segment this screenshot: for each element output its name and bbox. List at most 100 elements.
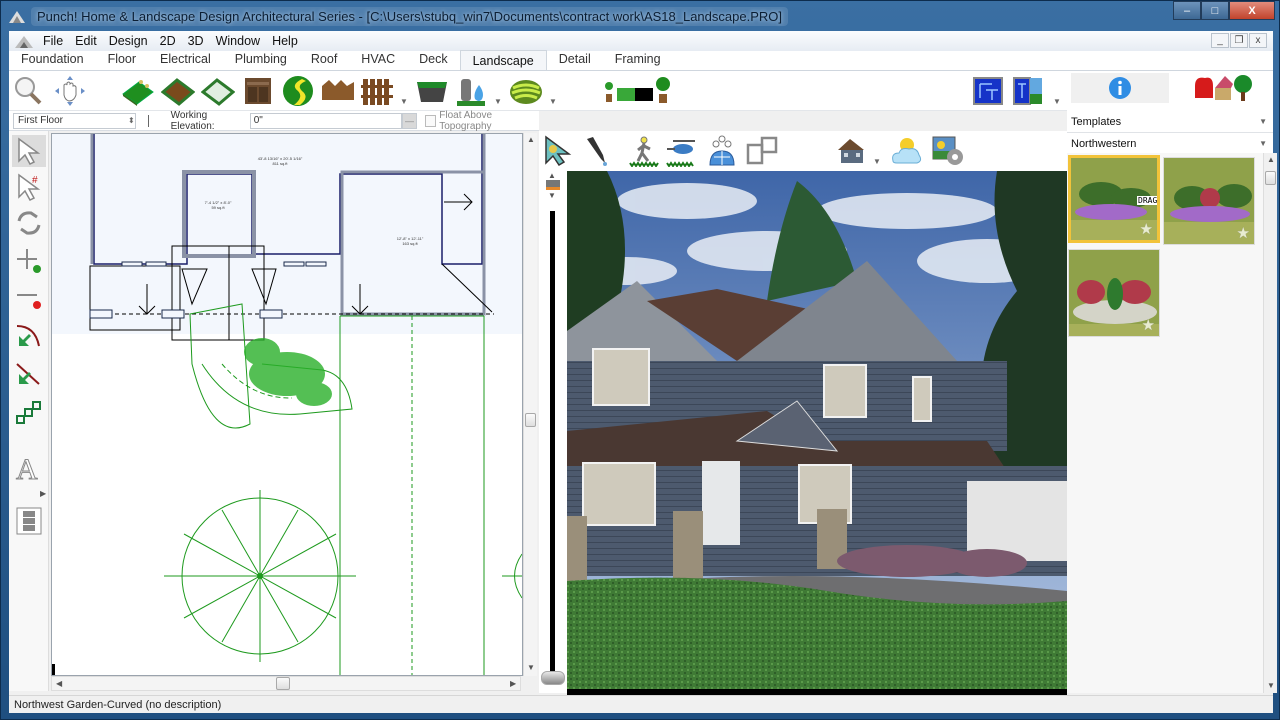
tab-landscape[interactable]: Landscape — [459, 50, 547, 70]
tab-foundation[interactable]: Foundation — [9, 50, 96, 70]
plan-vertical-scrollbar[interactable]: ▲ ▼ — [523, 133, 537, 676]
favorite-star-icon[interactable]: ★ — [1237, 224, 1250, 242]
tab-detail[interactable]: Detail — [547, 50, 603, 70]
scroll-thumb[interactable] — [276, 677, 290, 690]
minimize-button[interactable]: – — [1173, 1, 1201, 20]
ground-area-tool[interactable] — [161, 75, 195, 107]
mdi-close-button[interactable]: x — [1249, 33, 1267, 48]
template-thumbnail[interactable]: ★ — [1163, 157, 1255, 245]
scroll-right-arrow[interactable]: ▶ — [510, 679, 516, 688]
text-tool[interactable]: A — [12, 451, 46, 484]
float-above-topography-checkbox[interactable] — [424, 114, 437, 127]
menu-2d[interactable]: 2D — [154, 34, 182, 48]
path-tool[interactable] — [281, 75, 315, 107]
library-tab[interactable] — [1179, 73, 1269, 103]
tab-roof[interactable]: Roof — [299, 50, 349, 70]
2d-plan-view-button[interactable] — [971, 75, 1005, 107]
mdi-restore-button[interactable]: ❐ — [1230, 33, 1248, 48]
menu-edit[interactable]: Edit — [69, 34, 103, 48]
home-view-tool[interactable] — [835, 135, 869, 167]
filmstrip-icon — [16, 507, 42, 535]
scroll-down-arrow[interactable]: ▼ — [527, 663, 535, 672]
working-elevation-input[interactable]: 0" — [249, 112, 403, 129]
region-tool[interactable] — [201, 75, 235, 107]
add-point-tool[interactable] — [12, 245, 46, 277]
split-view-button[interactable] — [1011, 75, 1045, 107]
menu-design[interactable]: Design — [103, 34, 154, 48]
menu-help[interactable]: Help — [266, 34, 304, 48]
category-select[interactable]: Templates ▼ — [1067, 111, 1273, 133]
floor-plan-view-tool[interactable] — [745, 135, 779, 167]
walkthrough-tool[interactable] — [627, 135, 661, 167]
scroll-thumb[interactable] — [1265, 171, 1276, 185]
array-tool[interactable] — [12, 397, 46, 429]
view-dropdown-arrow[interactable]: ▼ — [1053, 97, 1061, 106]
tab-electrical[interactable]: Electrical — [148, 50, 223, 70]
curve-edge-tool[interactable] — [12, 321, 46, 353]
subcategory-select[interactable]: Northwestern ▼ — [1067, 133, 1273, 155]
zoom-tool[interactable] — [11, 75, 45, 107]
fence-dropdown-arrow[interactable]: ▼ — [400, 97, 408, 106]
text-tool-flyout-arrow[interactable]: ▶ — [40, 489, 46, 498]
2d-plan-view-icon — [973, 77, 1003, 105]
remove-point-tool[interactable] — [12, 283, 46, 315]
pond-tool[interactable] — [415, 75, 449, 107]
close-button[interactable]: X — [1229, 1, 1275, 20]
select-tool[interactable] — [12, 135, 46, 167]
plot-plan-tool[interactable] — [121, 75, 155, 107]
scroll-thumb[interactable] — [525, 413, 536, 427]
working-elevation-label: Working Elevation: — [170, 109, 215, 132]
tab-deck[interactable]: Deck — [407, 50, 459, 70]
camera-height-slider[interactable]: ▲ ▼ — [539, 171, 567, 693]
mdi-minimize-button[interactable]: _ — [1211, 33, 1229, 48]
rotate-tool[interactable] — [12, 207, 46, 239]
sprinkler-dropdown-arrow[interactable]: ▼ — [494, 97, 502, 106]
menu-3d[interactable]: 3D — [182, 34, 210, 48]
document-icon[interactable] — [15, 34, 33, 48]
plan-horizontal-scrollbar[interactable]: ◀ ▶ — [51, 676, 521, 691]
filmstrip-tool[interactable] — [12, 505, 46, 537]
terrain-tool[interactable] — [509, 75, 543, 107]
pan-tool[interactable] — [53, 75, 87, 107]
plant-growth-slider[interactable] — [603, 75, 673, 107]
wall-tool[interactable] — [321, 75, 355, 107]
menu-file[interactable]: File — [37, 34, 69, 48]
scroll-up-arrow[interactable]: ▲ — [1267, 155, 1275, 164]
flyover-tool[interactable] — [665, 135, 699, 167]
scroll-left-arrow[interactable]: ◀ — [56, 679, 62, 688]
slider-handle[interactable] — [541, 671, 565, 685]
floor-select[interactable]: First Floor ⬍ — [13, 112, 136, 129]
3d-view[interactable] — [567, 171, 1067, 695]
library-scrollbar[interactable]: ▲ ▼ — [1263, 153, 1277, 693]
terrain-dropdown-arrow[interactable]: ▼ — [549, 97, 557, 106]
scroll-down-arrow[interactable]: ▼ — [1267, 681, 1275, 690]
cabinet-tool[interactable] — [241, 75, 275, 107]
tab-floor[interactable]: Floor — [96, 50, 148, 70]
scroll-up-arrow[interactable]: ▲ — [527, 135, 535, 144]
favorite-star-icon[interactable]: ★ — [1140, 220, 1153, 238]
tab-hvac[interactable]: HVAC — [349, 50, 407, 70]
tab-framing[interactable]: Framing — [603, 50, 673, 70]
sprinkler-tool[interactable] — [455, 75, 489, 107]
select-multiple-tool[interactable]: # — [12, 171, 46, 203]
home-view-dropdown-arrow[interactable]: ▼ — [873, 157, 881, 166]
working-elevation-value: 0" — [253, 115, 263, 126]
drag-label: DRAG — [1137, 196, 1158, 205]
select-3d-tool[interactable] — [541, 135, 575, 167]
info-tab[interactable] — [1071, 73, 1169, 103]
menu-window[interactable]: Window — [210, 34, 266, 48]
working-elevation-button[interactable]: — — [402, 112, 417, 129]
2d-plan-view[interactable]: 43'-8 13/16" x 20'-5 1/16" 811 sq.ft 7'-… — [51, 133, 523, 676]
maximize-button[interactable]: □ — [1201, 1, 1229, 20]
fence-tool[interactable] — [361, 75, 395, 107]
eyedropper-tool[interactable] — [581, 135, 615, 167]
straight-edge-tool[interactable] — [12, 359, 46, 391]
favorite-star-icon[interactable]: ★ — [1142, 316, 1155, 334]
template-thumbnail[interactable]: ★ — [1068, 249, 1160, 337]
orbit-tool[interactable] — [705, 135, 739, 167]
tab-plumbing[interactable]: Plumbing — [223, 50, 299, 70]
template-thumbnail[interactable]: DRAG ★ — [1068, 155, 1160, 243]
render-settings-tool[interactable] — [931, 135, 965, 167]
height-down-arrow[interactable]: ▼ — [548, 191, 556, 200]
sky-weather-tool[interactable] — [889, 135, 923, 167]
